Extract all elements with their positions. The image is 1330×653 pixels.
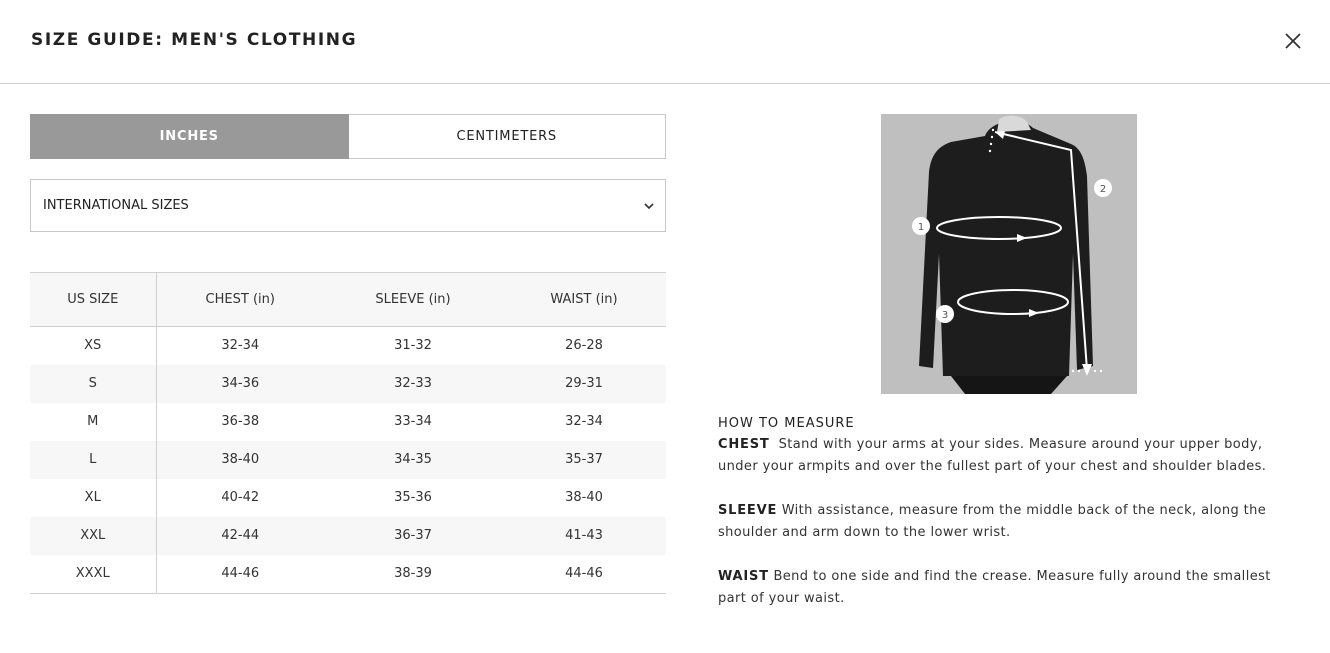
- chest-instructions: CHEST Stand with your arms at your sides…: [718, 434, 1298, 478]
- table-row: XS 32-34 31-32 26-28: [30, 326, 666, 365]
- table-row: XL 40-42 35-36 38-40: [30, 478, 666, 517]
- waist-instructions: WAIST Bend to one side and find the crea…: [718, 566, 1298, 610]
- how-to-measure-title: HOW TO MEASURE: [718, 416, 855, 431]
- column-header-sleeve: SLEEVE (in): [324, 272, 502, 327]
- table-row: M 36-38 33-34 32-34: [30, 402, 666, 441]
- page-title: SIZE GUIDE: MEN'S CLOTHING: [31, 30, 358, 50]
- marker-sleeve: 2: [1100, 184, 1106, 195]
- unit-toggle: INCHES CENTIMETERS: [30, 114, 666, 159]
- table-row: XXXL 44-46 38-39 44-46: [30, 554, 666, 594]
- tab-inches[interactable]: INCHES: [30, 114, 349, 159]
- cell-waist: 44-46: [502, 554, 666, 594]
- table-row: L 38-40 34-35 35-37: [30, 440, 666, 479]
- cell-chest: 34-36: [156, 364, 324, 403]
- sleeve-label: SLEEVE: [718, 503, 778, 518]
- cell-chest: 44-46: [156, 554, 324, 594]
- marker-waist: 3: [942, 310, 948, 321]
- cell-waist: 26-28: [565, 338, 603, 354]
- chevron-down-icon: [644, 203, 654, 210]
- cell-chest: 36-38: [221, 414, 260, 429]
- modal-header: SIZE GUIDE: MEN'S CLOTHING: [0, 0, 1330, 84]
- cell-us-size: XS: [30, 326, 157, 365]
- cell-waist: 41-43: [502, 516, 666, 555]
- cell-us-size: S: [30, 364, 157, 403]
- cell-waist: 29-31: [502, 364, 666, 403]
- cell-sleeve: 34-35: [324, 440, 502, 479]
- chest-text: Stand with your arms at your sides. Meas…: [718, 437, 1267, 474]
- cell-sleeve: 36-37: [324, 516, 502, 555]
- table-row: S 34-36 32-33 29-31: [30, 364, 666, 403]
- marker-chest: 1: [918, 222, 924, 233]
- column-header-chest: CHEST (in): [156, 272, 324, 327]
- cell-us-size: XXXL: [30, 554, 157, 594]
- sleeve-text: With assistance, measure from the middle…: [718, 503, 1267, 540]
- cell-waist: 35-37: [502, 440, 666, 479]
- cell-us-size: XXL: [30, 516, 157, 555]
- chest-label: CHEST: [718, 437, 770, 452]
- sleeve-instructions: SLEEVE With assistance, measure from the…: [718, 500, 1298, 544]
- table-header-row: US SIZE CHEST (in) SLEEVE (in) WAIST (in…: [30, 272, 666, 327]
- size-region-select[interactable]: INTERNATIONAL SIZES: [30, 179, 666, 232]
- table-row: XXL 42-44 36-37 41-43: [30, 516, 666, 555]
- cell-us-size: M: [30, 402, 157, 441]
- size-region-value: INTERNATIONAL SIZES: [43, 198, 189, 213]
- cell-sleeve: 32-33: [324, 364, 502, 403]
- cell-sleeve: 33-34: [394, 414, 432, 429]
- cell-waist: 38-40: [565, 490, 603, 505]
- cell-waist: 32-34: [565, 414, 603, 429]
- cell-sleeve: 31-32: [394, 338, 432, 354]
- measurement-diagram-illustration: 1 2 3: [881, 114, 1137, 394]
- tab-centimeters[interactable]: CENTIMETERS: [348, 114, 666, 159]
- waist-label: WAIST: [718, 569, 769, 584]
- cell-chest: 32-34: [221, 338, 260, 354]
- cell-us-size: XL: [30, 478, 157, 517]
- cell-chest: 38-40: [156, 440, 324, 479]
- cell-chest: 42-44: [156, 516, 324, 555]
- close-icon[interactable]: [1280, 28, 1306, 54]
- how-to-measure: HOW TO MEASURE CHEST Stand with your arm…: [718, 414, 1298, 610]
- cell-sleeve: 35-36: [394, 490, 432, 505]
- column-header-us-size: US SIZE: [30, 272, 157, 327]
- column-header-waist: WAIST (in): [502, 272, 666, 327]
- measurement-diagram: 1 2 3: [881, 114, 1137, 394]
- waist-text: Bend to one side and find the crease. Me…: [718, 569, 1271, 606]
- cell-sleeve: 38-39: [324, 554, 502, 594]
- size-chart-table: US SIZE CHEST (in) SLEEVE (in) WAIST (in…: [30, 272, 666, 594]
- cell-chest: 40-42: [221, 490, 260, 505]
- cell-us-size: L: [30, 440, 157, 479]
